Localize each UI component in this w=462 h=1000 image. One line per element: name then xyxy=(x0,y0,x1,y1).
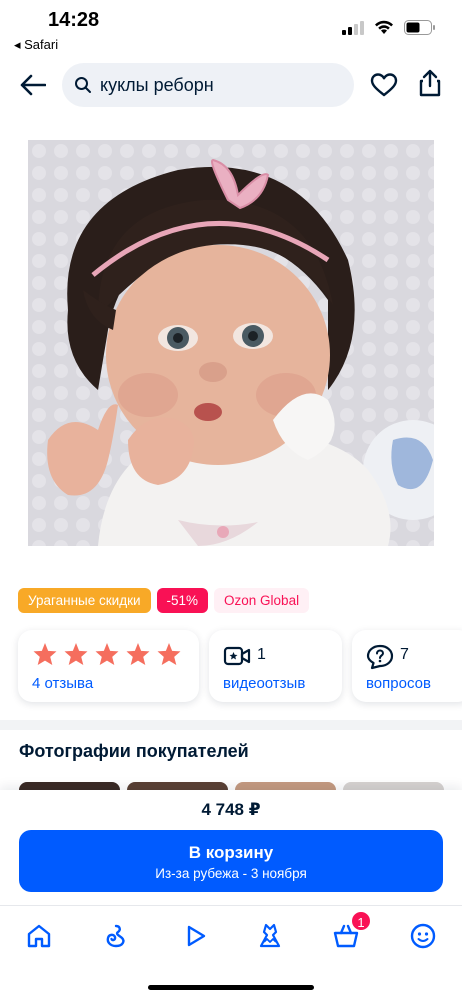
share-button[interactable] xyxy=(415,68,445,98)
star-icon xyxy=(64,643,88,665)
home-indicator xyxy=(148,985,314,990)
heart-icon xyxy=(370,73,398,97)
video-camera-icon xyxy=(223,646,251,666)
info-cards: 4 отзыва 1 видеоотзыв 7 вопросов xyxy=(18,630,462,702)
rating-stars xyxy=(32,642,185,666)
product-image[interactable] xyxy=(28,140,434,546)
question-bubble-icon xyxy=(366,644,394,670)
add-to-cart-button[interactable]: В корзину Из-за рубежа - 3 ноября xyxy=(19,830,443,892)
questions-link[interactable]: вопросов xyxy=(366,675,431,692)
doll-photo xyxy=(28,140,434,546)
tab-fresh[interactable] xyxy=(96,916,136,956)
video-review-count: 1 xyxy=(257,646,266,663)
video-review-card[interactable]: 1 видеоотзыв xyxy=(209,630,342,702)
delivery-info: Из-за рубежа - 3 ноября xyxy=(155,866,307,881)
wifi-icon xyxy=(375,20,393,34)
tab-fashion[interactable] xyxy=(250,916,290,956)
questions-card[interactable]: 7 вопросов xyxy=(352,630,462,702)
tab-profile[interactable] xyxy=(403,916,443,956)
questions-count: 7 xyxy=(400,646,409,663)
search-header: куклы реборн xyxy=(0,62,462,108)
home-icon xyxy=(27,924,51,948)
swirl-icon xyxy=(106,924,125,948)
customer-photos-title: Фотографии покупателей xyxy=(19,741,249,761)
arrow-left-icon xyxy=(20,74,46,96)
star-icon xyxy=(33,643,57,665)
back-button[interactable] xyxy=(18,70,48,100)
reviews-card[interactable]: 4 отзыва xyxy=(18,630,199,702)
tab-home[interactable] xyxy=(19,916,59,956)
dress-icon xyxy=(259,923,281,948)
tab-video[interactable] xyxy=(175,916,215,956)
ozon-global-badge[interactable]: Ozon Global xyxy=(214,588,310,613)
star-icon xyxy=(126,643,150,665)
purchase-panel: 4 748 ₽ В корзину Из-за рубежа - 3 ноябр… xyxy=(0,790,462,905)
cart-count-badge: 1 xyxy=(350,910,372,932)
tab-cart[interactable]: 1 xyxy=(326,910,372,956)
add-to-cart-label: В корзину xyxy=(188,843,274,862)
status-bar: 14:28 ◂ Safari xyxy=(0,0,462,56)
search-query: куклы реборн xyxy=(100,74,214,95)
video-review-link[interactable]: видеоотзыв xyxy=(223,675,305,692)
product-price: 4 748 ₽ xyxy=(201,800,261,819)
star-icon xyxy=(157,643,181,665)
sale-badge[interactable]: Ураганные скидки xyxy=(18,588,151,613)
play-icon xyxy=(187,925,206,947)
smiley-profile-icon xyxy=(410,923,436,949)
status-icons xyxy=(342,20,436,35)
status-time: 14:28 xyxy=(48,9,100,31)
star-icon xyxy=(95,643,119,665)
cellular-signal-icon xyxy=(342,20,364,35)
section-divider xyxy=(0,720,462,730)
product-badges: Ураганные скидки -51% Ozon Global xyxy=(18,588,310,613)
back-to-safari-link[interactable]: ◂ Safari xyxy=(14,37,58,53)
battery-icon xyxy=(404,20,435,35)
search-icon xyxy=(75,77,91,93)
reviews-link[interactable]: 4 отзыва xyxy=(32,675,93,692)
share-icon xyxy=(419,69,441,97)
favorite-button[interactable] xyxy=(369,70,399,100)
search-input[interactable]: куклы реборн xyxy=(62,63,354,107)
discount-badge: -51% xyxy=(156,588,209,613)
